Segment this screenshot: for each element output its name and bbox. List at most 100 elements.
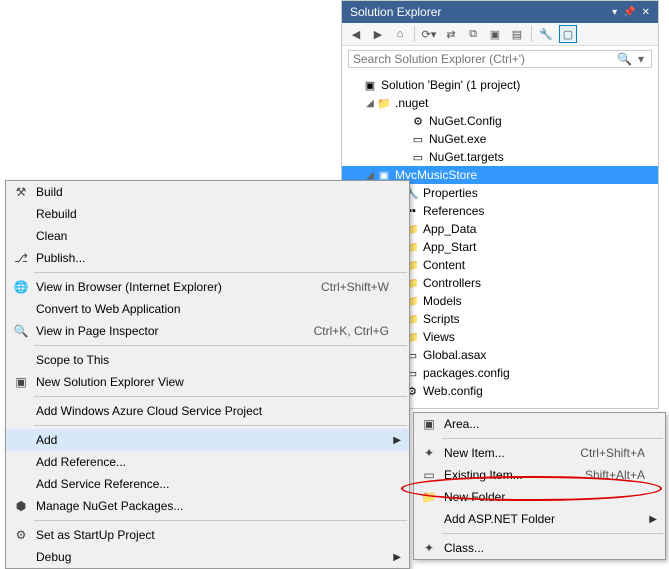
submenu-area[interactable]: ▣Area... (414, 413, 665, 435)
expander-icon[interactable]: ◢ (364, 170, 376, 181)
sync-icon[interactable]: ⇄ (443, 26, 459, 42)
search-input[interactable] (353, 52, 614, 66)
pin-icon[interactable]: 📌 (623, 7, 635, 18)
panel-toolbar: ◀ ▶ ⌂ ⟳▾ ⇄ ⧉ ▣ ▤ 🔧 ▢ (342, 23, 658, 46)
menu-add-service-reference[interactable]: Add Service Reference... (6, 473, 409, 495)
folder-nuget[interactable]: ◢📁.nuget (342, 94, 658, 112)
panel-title: Solution Explorer (350, 5, 441, 19)
panel-title-buttons: ▾ 📌 ✕ (612, 7, 650, 18)
node-label: NuGet.targets (429, 150, 504, 164)
menu-shortcut: Ctrl+K, Ctrl+G (296, 324, 389, 338)
node-label: .nuget (395, 96, 428, 110)
forward-icon[interactable]: ▶ (370, 26, 386, 42)
menu-page-inspector[interactable]: 🔍View in Page InspectorCtrl+K, Ctrl+G (6, 320, 409, 342)
menu-label: View in Browser (Internet Explorer) (32, 280, 303, 294)
node-label: Models (423, 294, 462, 308)
menu-azure[interactable]: Add Windows Azure Cloud Service Project (6, 400, 409, 422)
menu-convert-web[interactable]: Convert to Web Application (6, 298, 409, 320)
menu-shortcut: Shift+Alt+A (567, 468, 645, 482)
menu-add[interactable]: Add▶ (6, 429, 409, 451)
expander-icon[interactable]: ◢ (364, 98, 376, 109)
menu-label: Set as StartUp Project (32, 528, 389, 542)
menu-debug[interactable]: Debug▶ (6, 546, 409, 568)
search-icon[interactable]: 🔍 (614, 52, 635, 66)
file-icon: ▭ (410, 151, 426, 164)
nuget-icon: ⬢ (10, 499, 32, 513)
collapse-icon[interactable]: ⧉ (465, 26, 481, 42)
menu-build[interactable]: ⚒Build (6, 181, 409, 203)
dropdown-icon[interactable]: ▾ (612, 7, 617, 18)
config-file-icon: ⚙ (410, 115, 426, 128)
menu-clean[interactable]: Clean (6, 225, 409, 247)
menu-shortcut: Ctrl+Shift+A (562, 446, 645, 460)
submenu-new-folder[interactable]: 📁New Folder (414, 486, 665, 508)
menu-label: Scope to This (32, 353, 389, 367)
node-label: Views (423, 330, 455, 344)
exe-file-icon: ▭ (410, 133, 426, 146)
submenu-existing-item[interactable]: ▭Existing Item...Shift+Alt+A (414, 464, 665, 486)
node-label: NuGet.exe (429, 132, 486, 146)
add-submenu: ▣Area... ✦New Item...Ctrl+Shift+A ▭Exist… (413, 412, 666, 560)
menu-label: View in Page Inspector (32, 324, 296, 338)
menu-label: Add ASP.NET Folder (440, 512, 645, 526)
new-item-icon: ✦ (418, 446, 440, 460)
back-icon[interactable]: ◀ (348, 26, 364, 42)
menu-publish[interactable]: ⎇Publish... (6, 247, 409, 269)
file-nuget-targets[interactable]: ▭NuGet.targets (342, 148, 658, 166)
close-icon[interactable]: ✕ (642, 7, 650, 18)
publish-icon: ⎇ (10, 251, 32, 265)
refresh-icon[interactable]: ⟳▾ (421, 26, 437, 42)
menu-label: New Solution Explorer View (32, 375, 389, 389)
menu-shortcut: Ctrl+Shift+W (303, 280, 389, 294)
separator (531, 26, 532, 42)
file-nuget-exe[interactable]: ▭NuGet.exe (342, 130, 658, 148)
menu-separator (34, 396, 407, 397)
submenu-aspnet-folder[interactable]: Add ASP.NET Folder▶ (414, 508, 665, 530)
menu-new-explorer-view[interactable]: ▣New Solution Explorer View (6, 371, 409, 393)
menu-separator (442, 438, 663, 439)
browser-icon: 🌐 (10, 280, 32, 294)
menu-startup[interactable]: ⚙Set as StartUp Project (6, 524, 409, 546)
solution-node[interactable]: ▣Solution 'Begin' (1 project) (342, 76, 658, 94)
menu-label: Rebuild (32, 207, 389, 221)
node-label: Content (423, 258, 465, 272)
submenu-arrow-icon: ▶ (645, 514, 657, 525)
menu-manage-nuget[interactable]: ⬢Manage NuGet Packages... (6, 495, 409, 517)
submenu-new-item[interactable]: ✦New Item...Ctrl+Shift+A (414, 442, 665, 464)
menu-scope[interactable]: Scope to This (6, 349, 409, 371)
node-label: packages.config (423, 366, 510, 380)
menu-separator (34, 345, 407, 346)
search-dropdown-icon[interactable]: ▾ (635, 52, 647, 66)
inspector-icon: 🔍 (10, 324, 32, 338)
menu-label: Add (32, 433, 389, 447)
properties-icon[interactable]: 🔧 (538, 26, 554, 42)
node-label: Global.asax (423, 348, 486, 362)
node-label: Controllers (423, 276, 481, 290)
solution-icon: ▣ (362, 79, 378, 92)
menu-label: Area... (440, 417, 645, 431)
file-nuget-config[interactable]: ⚙NuGet.Config (342, 112, 658, 130)
menu-label: Add Windows Azure Cloud Service Project (32, 404, 389, 418)
node-label: References (423, 204, 484, 218)
menu-view-browser[interactable]: 🌐View in Browser (Internet Explorer)Ctrl… (6, 276, 409, 298)
submenu-class[interactable]: ✦Class... (414, 537, 665, 559)
show-all-icon[interactable]: ▣ (487, 26, 503, 42)
existing-item-icon: ▭ (418, 468, 440, 482)
startup-icon: ⚙ (10, 528, 32, 542)
menu-rebuild[interactable]: Rebuild (6, 203, 409, 225)
menu-add-reference[interactable]: Add Reference... (6, 451, 409, 473)
menu-label: Build (32, 185, 389, 199)
node-label: App_Data (423, 222, 476, 236)
preview-selected-icon[interactable]: ▢ (560, 26, 576, 42)
menu-label: Class... (440, 541, 645, 555)
preview-icon[interactable]: ▤ (509, 26, 525, 42)
search-box[interactable]: 🔍 ▾ (348, 50, 652, 68)
menu-label: Manage NuGet Packages... (32, 499, 389, 513)
menu-separator (34, 425, 407, 426)
home-icon[interactable]: ⌂ (392, 26, 408, 42)
node-label: Properties (423, 186, 478, 200)
submenu-arrow-icon: ▶ (389, 435, 401, 446)
folder-icon: 📁 (376, 97, 392, 110)
menu-label: Publish... (32, 251, 389, 265)
menu-label: New Folder (440, 490, 645, 504)
